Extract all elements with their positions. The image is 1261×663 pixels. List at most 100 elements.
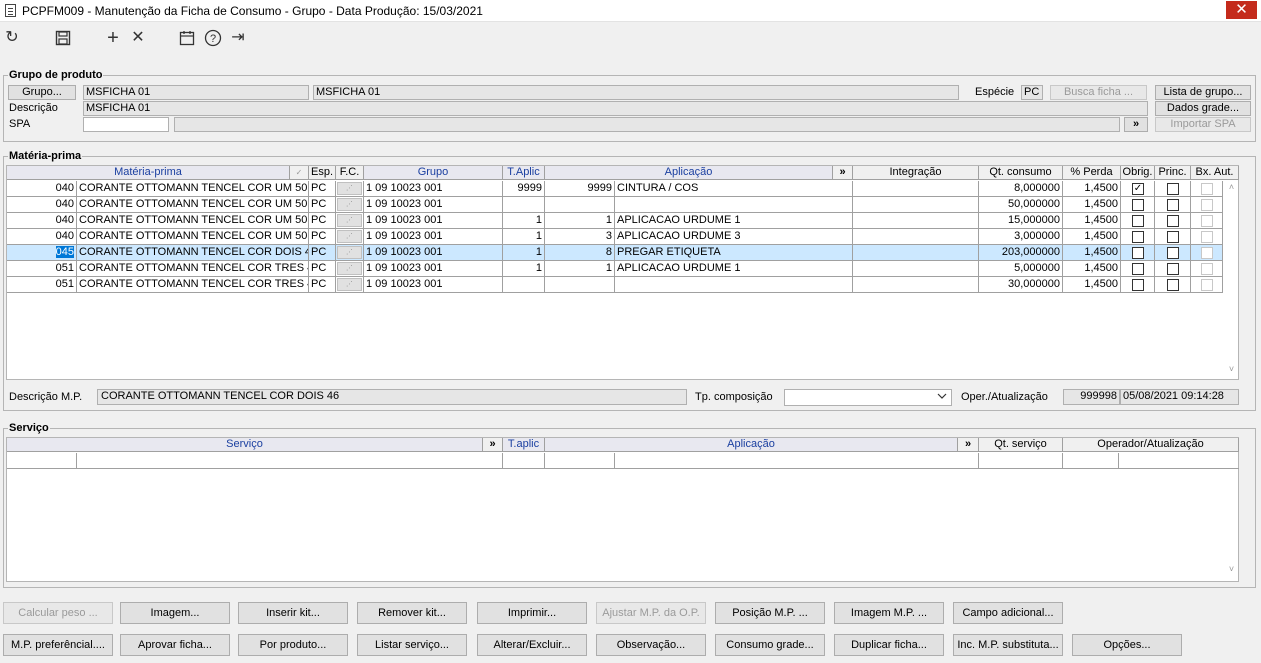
- scroll-up-icon[interactable]: ˄: [1224, 182, 1239, 192]
- col-header-fc[interactable]: F.C.: [336, 166, 364, 180]
- cell-qt[interactable]: 3,000000: [979, 229, 1063, 245]
- table-row[interactable]: 051 CORANTE OTTOMANN TENCEL COR TRES 44 PC…: [7, 261, 1240, 277]
- cell-esp[interactable]: PC: [309, 213, 336, 229]
- action-button-alterar-excluir[interactable]: Alterar/Excluir...: [477, 634, 587, 656]
- cell-obrig[interactable]: ✓: [1121, 181, 1155, 197]
- cell-princ[interactable]: [1155, 261, 1191, 277]
- cell-grupo[interactable]: 1 09 10023 001: [364, 181, 503, 197]
- cell-perda[interactable]: 1,4500: [1063, 197, 1121, 213]
- scroll-down-icon[interactable]: ˅: [1224, 564, 1239, 574]
- action-button-posição-m-p[interactable]: Posição M.P. ...: [715, 602, 825, 624]
- svc-header-aplicacao[interactable]: Aplicação: [545, 438, 958, 452]
- action-button-calcular-peso[interactable]: Calcular peso ...: [3, 602, 113, 624]
- cell-obrig[interactable]: [1121, 229, 1155, 245]
- cell-name[interactable]: CORANTE OTTOMANN TENCEL COR UM 50: [77, 197, 309, 213]
- cell-fc[interactable]: ⋰: [336, 197, 364, 213]
- action-button-por-produto[interactable]: Por produto...: [238, 634, 348, 656]
- cell-aplicacao[interactable]: APLICACAO URDUME 1: [615, 261, 853, 277]
- cell-integracao[interactable]: [853, 213, 979, 229]
- svc-cell[interactable]: [1119, 453, 1239, 469]
- cell-taplic[interactable]: 1: [503, 261, 545, 277]
- cell-aplic-code[interactable]: [545, 197, 615, 213]
- cell-obrig[interactable]: [1121, 277, 1155, 293]
- cell-aplic-code[interactable]: 8: [545, 245, 615, 261]
- col-header-bxaut[interactable]: Bx. Aut.: [1191, 166, 1239, 180]
- col-header-perda[interactable]: % Perda: [1063, 166, 1121, 180]
- col-header-esp[interactable]: Esp.: [309, 166, 336, 180]
- bx-checkbox[interactable]: [1201, 199, 1213, 211]
- cell-grupo[interactable]: 1 09 10023 001: [364, 197, 503, 213]
- cell-grupo[interactable]: 1 09 10023 001: [364, 229, 503, 245]
- action-button-listar-serviço[interactable]: Listar serviço...: [357, 634, 467, 656]
- cell-integracao[interactable]: [853, 245, 979, 261]
- fc-button[interactable]: ⋰: [337, 230, 362, 243]
- bx-checkbox[interactable]: [1201, 263, 1213, 275]
- princ-checkbox[interactable]: [1167, 263, 1179, 275]
- delete-icon[interactable]: ✕: [128, 28, 148, 48]
- princ-checkbox[interactable]: [1167, 231, 1179, 243]
- cell-code[interactable]: 040: [7, 213, 77, 229]
- princ-checkbox[interactable]: [1167, 247, 1179, 259]
- cell-bx[interactable]: [1191, 261, 1223, 277]
- calendar-icon[interactable]: [177, 28, 197, 48]
- fc-button[interactable]: ⋰: [337, 278, 362, 291]
- cell-qt[interactable]: 15,000000: [979, 213, 1063, 229]
- action-button-inc-m-p-substituta[interactable]: Inc. M.P. substituta...: [953, 634, 1063, 656]
- table-row[interactable]: 045 CORANTE OTTOMANN TENCEL COR DOIS 46 PC…: [7, 245, 1240, 261]
- cell-aplic-code[interactable]: 1: [545, 261, 615, 277]
- action-button-inserir-kit[interactable]: Inserir kit...: [238, 602, 348, 624]
- cell-perda[interactable]: 1,4500: [1063, 277, 1121, 293]
- add-icon[interactable]: +: [103, 28, 123, 48]
- cell-aplic-code[interactable]: 9999: [545, 181, 615, 197]
- cell-aplic-code[interactable]: 3: [545, 229, 615, 245]
- cell-fc[interactable]: ⋰: [336, 181, 364, 197]
- cell-name[interactable]: CORANTE OTTOMANN TENCEL COR DOIS 46: [77, 245, 309, 261]
- princ-checkbox[interactable]: [1167, 199, 1179, 211]
- bx-checkbox[interactable]: [1201, 279, 1213, 291]
- cell-name[interactable]: CORANTE OTTOMANN TENCEL COR UM 50: [77, 181, 309, 197]
- importar-spa-button[interactable]: Importar SPA: [1155, 117, 1251, 132]
- cell-aplicacao[interactable]: APLICACAO URDUME 3: [615, 229, 853, 245]
- cell-code[interactable]: 040: [7, 197, 77, 213]
- obrig-checkbox[interactable]: [1132, 199, 1144, 211]
- cell-code[interactable]: 051: [7, 277, 77, 293]
- cell-integracao[interactable]: [853, 229, 979, 245]
- svc-header-taplic[interactable]: T.aplic: [503, 438, 545, 452]
- action-button-opções[interactable]: Opções...: [1072, 634, 1182, 656]
- refresh-icon[interactable]: ↻: [2, 28, 22, 48]
- cell-qt[interactable]: 5,000000: [979, 261, 1063, 277]
- cell-qt[interactable]: 50,000000: [979, 197, 1063, 213]
- table-row[interactable]: 040 CORANTE OTTOMANN TENCEL COR UM 50 PC ⋰ 1…: [7, 181, 1240, 197]
- bx-checkbox[interactable]: [1201, 247, 1213, 259]
- close-button[interactable]: ✕: [1226, 1, 1257, 19]
- col-header-qtconsumo[interactable]: Qt. consumo: [979, 166, 1063, 180]
- cell-fc[interactable]: ⋰: [336, 261, 364, 277]
- fc-button[interactable]: ⋰: [337, 198, 362, 211]
- princ-checkbox[interactable]: [1167, 215, 1179, 227]
- cell-princ[interactable]: [1155, 245, 1191, 261]
- svc-header-more2[interactable]: »: [958, 438, 979, 452]
- cell-bx[interactable]: [1191, 181, 1223, 197]
- cell-obrig[interactable]: [1121, 213, 1155, 229]
- cell-taplic[interactable]: 9999: [503, 181, 545, 197]
- cell-aplicacao[interactable]: APLICACAO URDUME 1: [615, 213, 853, 229]
- svc-cell[interactable]: [615, 453, 979, 469]
- chevron-down-icon[interactable]: [937, 392, 947, 402]
- action-button-aprovar-ficha[interactable]: Aprovar ficha...: [120, 634, 230, 656]
- svc-cell[interactable]: [7, 453, 77, 469]
- cell-esp[interactable]: PC: [309, 197, 336, 213]
- table-row[interactable]: 040 CORANTE OTTOMANN TENCEL COR UM 50 PC ⋰ 1…: [7, 197, 1240, 213]
- busca-ficha-button[interactable]: Busca ficha ...: [1050, 85, 1147, 100]
- col-header-taplic[interactable]: T.Aplic: [503, 166, 545, 180]
- cell-grupo[interactable]: 1 09 10023 001: [364, 245, 503, 261]
- scroll-down-icon[interactable]: ˅: [1224, 364, 1239, 374]
- svc-cell[interactable]: [545, 453, 615, 469]
- save-icon[interactable]: [53, 28, 73, 48]
- cell-perda[interactable]: 1,4500: [1063, 229, 1121, 245]
- action-button-duplicar-ficha[interactable]: Duplicar ficha...: [834, 634, 944, 656]
- cell-qt[interactable]: 8,000000: [979, 181, 1063, 197]
- cell-qt[interactable]: 30,000000: [979, 277, 1063, 293]
- cell-taplic[interactable]: 1: [503, 213, 545, 229]
- svc-cell[interactable]: [1063, 453, 1119, 469]
- cell-taplic[interactable]: [503, 197, 545, 213]
